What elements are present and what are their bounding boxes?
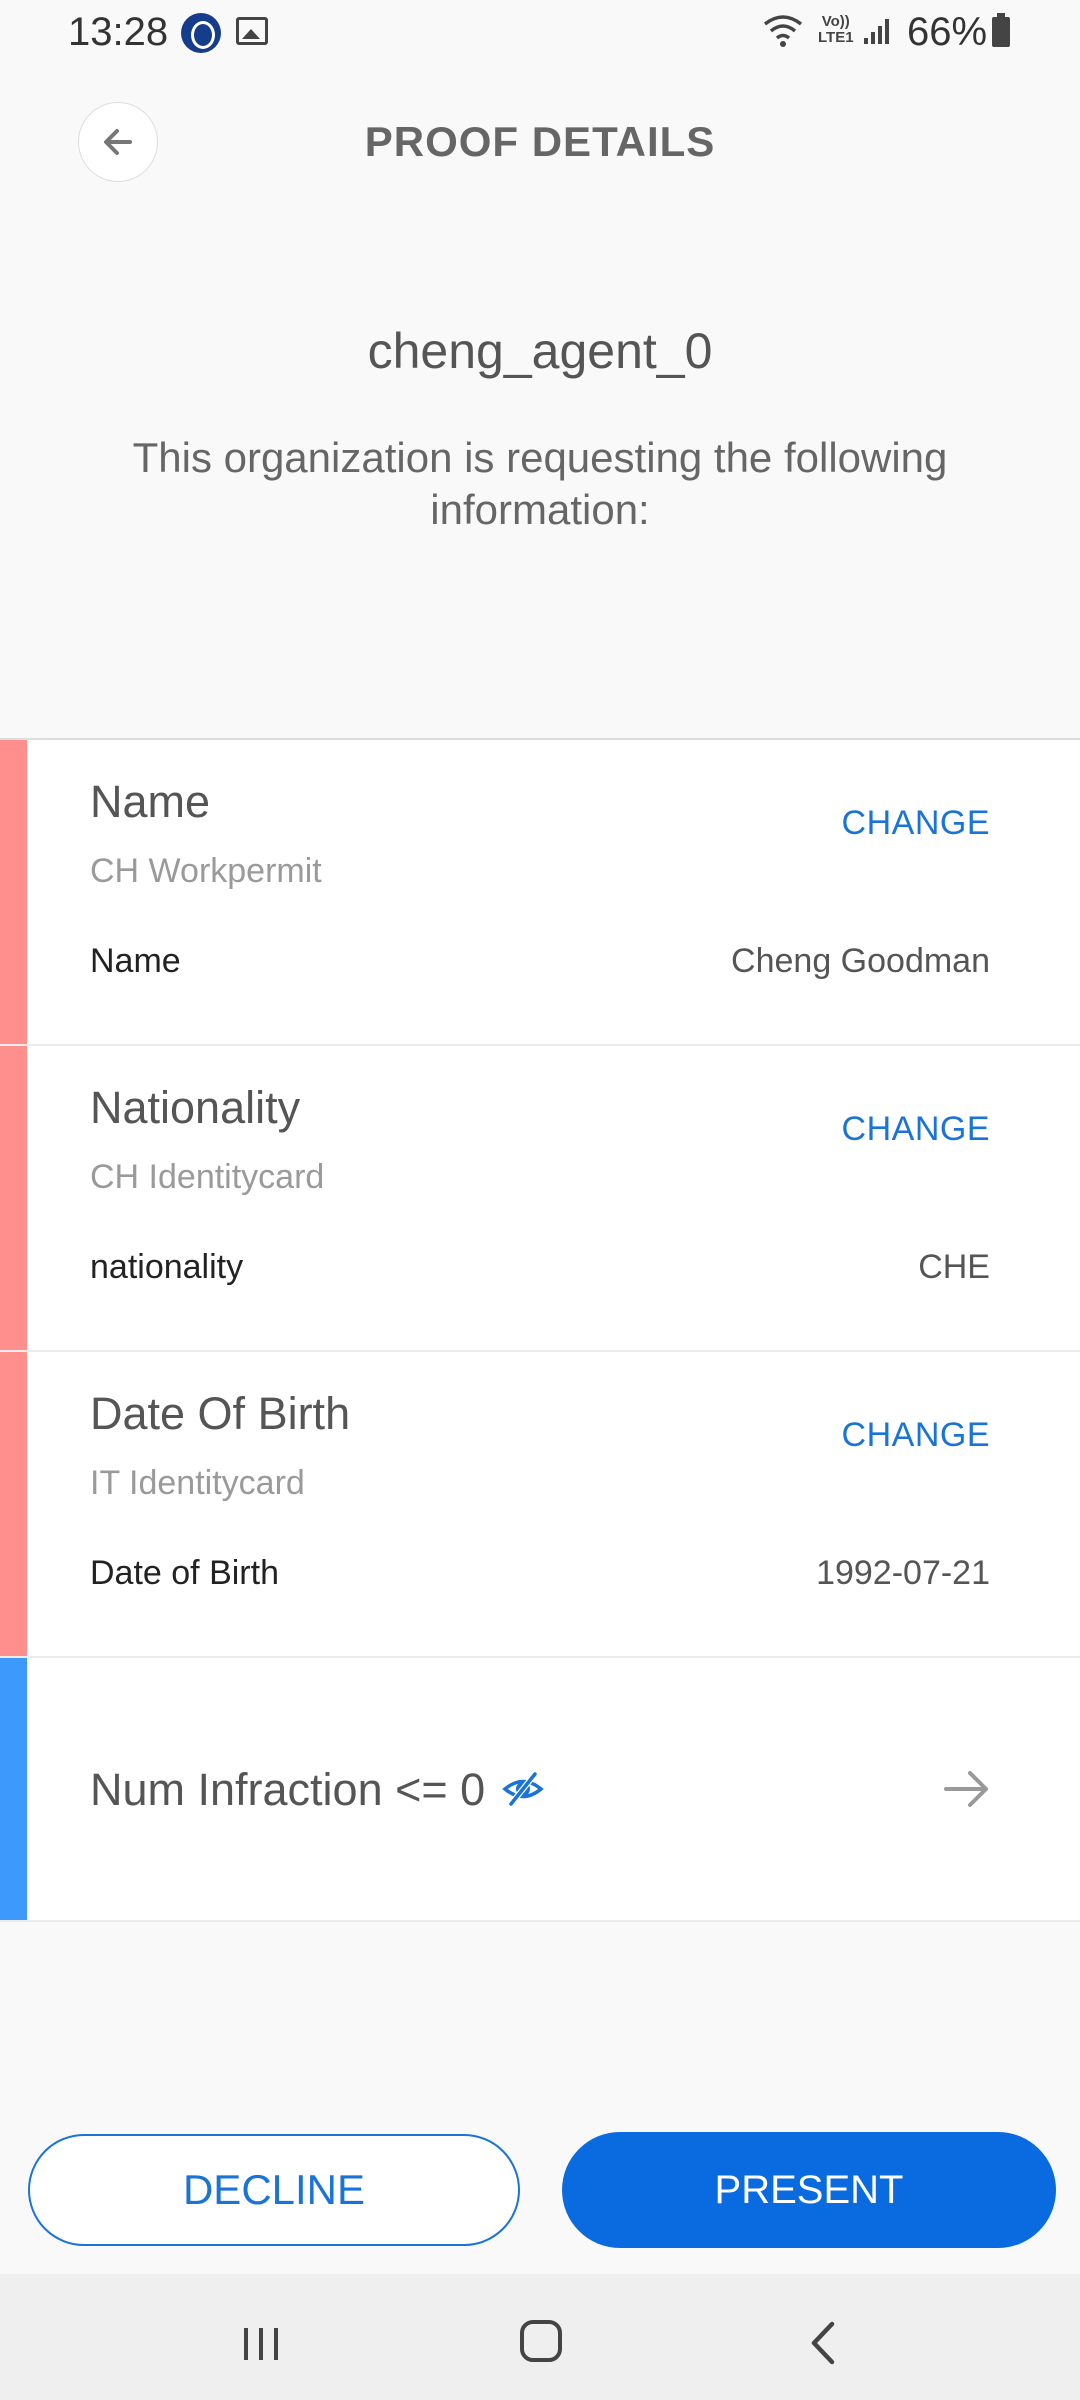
predicate-text: Num Infraction <= 0 [90,1764,486,1815]
attribute-field-label: Name [90,942,181,980]
change-button[interactable]: CHANGE [842,1110,990,1149]
battery-icon [992,13,1010,47]
attribute-title: Nationality [90,1082,301,1133]
wifi-icon [763,15,803,47]
attribute-title: Name [90,776,211,827]
attribute-source: CH Identitycard [90,1158,325,1196]
attribute-field-value: 1992-07-21 [816,1554,990,1592]
attribute-card-date-of-birth: Date Of Birth IT Identitycard CHANGE Dat… [0,1352,1080,1658]
volte-line1: Vo)) [821,13,850,30]
status-bar: 13:28 Vo)) LTE1 66% [0,0,1080,66]
decline-button[interactable]: DECLINE [28,2134,520,2246]
present-button[interactable]: PRESENT [562,2132,1056,2248]
page-title: PROOF DETAILS [364,118,716,165]
signal-icon [864,19,889,44]
battery-percent: 66% [907,10,988,54]
attribute-card-name: Name CH Workpermit CHANGE Name Cheng Goo… [0,740,1080,1046]
recent-apps-icon[interactable] [242,2326,280,2362]
attribute-field-label: nationality [90,1248,244,1286]
attribute-field-value: CHE [918,1248,990,1286]
attribute-card-nationality: Nationality CH Identitycard CHANGE natio… [0,1046,1080,1352]
attribute-status-bar [0,740,27,1044]
status-time: 13:28 [68,10,169,54]
gallery-icon [236,17,268,45]
attribute-source: CH Workpermit [90,852,322,890]
home-icon[interactable] [520,2320,562,2362]
fingerprint-app-icon [181,13,221,53]
back-icon[interactable] [808,2320,838,2366]
volte-icon: Vo)) LTE1 [818,14,854,46]
attribute-status-bar [0,1046,27,1350]
request-description: This organization is requesting the foll… [132,434,948,533]
attribute-field-value: Cheng Goodman [731,942,990,980]
attribute-field-label: Date of Birth [90,1554,279,1592]
volte-line2: LTE1 [818,29,854,46]
predicate-row[interactable]: Num Infraction <= 0 [0,1658,1080,1922]
change-button[interactable]: CHANGE [842,1416,990,1455]
eye-hidden-icon [502,1772,544,1806]
attribute-status-bar [0,1352,27,1656]
arrow-right-icon[interactable] [942,1764,992,1814]
attribute-source: IT Identitycard [90,1464,305,1502]
navigation-bar [0,2274,1080,2400]
organization-name: cheng_agent_0 [367,323,713,379]
predicate-status-bar [0,1658,27,1920]
attribute-title: Date Of Birth [90,1388,351,1439]
change-button[interactable]: CHANGE [842,804,990,843]
